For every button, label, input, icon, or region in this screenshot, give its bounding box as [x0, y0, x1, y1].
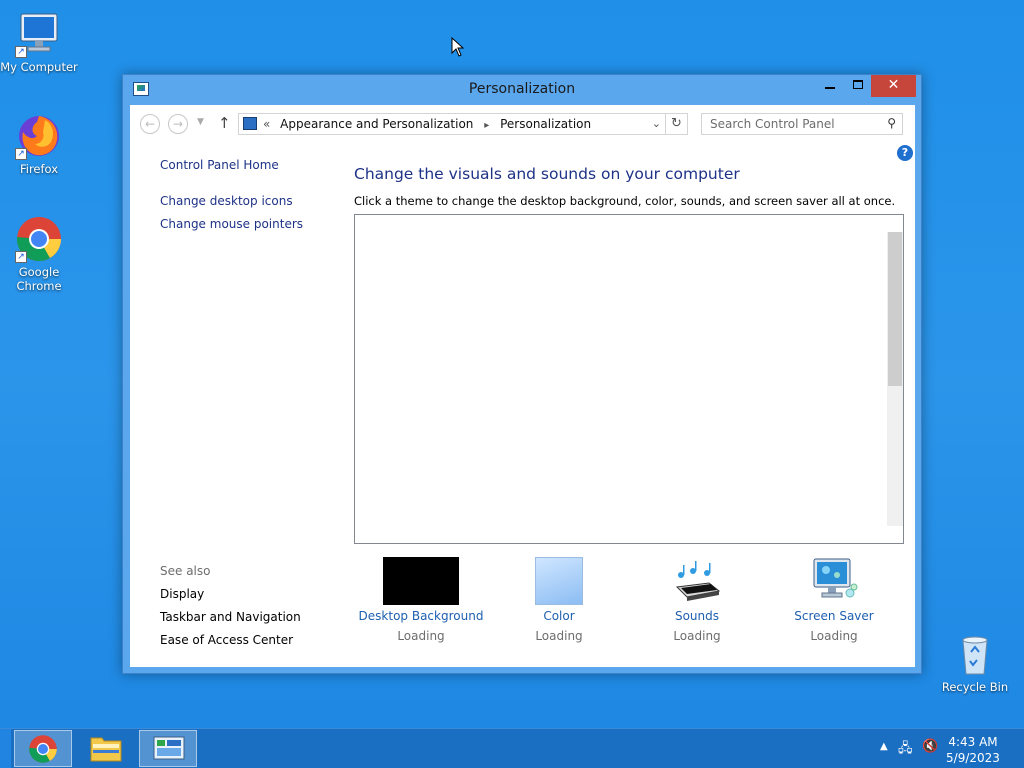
chrome-icon	[29, 735, 57, 763]
color-link[interactable]: Color	[494, 609, 624, 623]
breadcrumb-appearance[interactable]: Appearance and Personalization	[280, 117, 473, 131]
breadcrumb: « Appearance and Personalization ▸ Perso…	[263, 117, 591, 131]
system-tray: ▲ 🖧 🔇 4:43 AM 5/9/2023	[864, 729, 1024, 768]
maximize-icon	[853, 80, 863, 89]
color-status: Loading	[535, 629, 583, 643]
clock-time: 4:43 AM	[948, 735, 998, 749]
address-bar[interactable]: « Appearance and Personalization ▸ Perso…	[238, 113, 666, 135]
see-also-heading: See also	[160, 564, 211, 578]
taskbar-control-panel-button[interactable]	[139, 730, 197, 767]
taskbar-chrome-button[interactable]	[14, 730, 72, 767]
recycle-bin-icon	[951, 630, 999, 678]
forward-button[interactable]: →	[168, 114, 188, 134]
desktop-background-status: Loading	[397, 629, 445, 643]
shortcut-arrow-icon: ↗	[15, 148, 27, 160]
page-title: Change the visuals and sounds on your co…	[354, 165, 740, 183]
show-hidden-icons-icon[interactable]: ▲	[880, 741, 888, 752]
mouse-cursor-icon	[451, 37, 465, 57]
up-button[interactable]: ↑	[218, 114, 231, 132]
clock[interactable]: 4:43 AM 5/9/2023	[943, 734, 1003, 766]
refresh-button[interactable]: ↻	[666, 113, 688, 135]
help-icon[interactable]: ?	[897, 145, 913, 161]
chevron-down-icon: ▼	[197, 117, 204, 127]
desktop-background-link[interactable]: Desktop Background	[356, 609, 486, 623]
desktop-icon-label: My Computer	[0, 60, 78, 74]
back-button[interactable]: ←	[140, 114, 160, 134]
my-computer-icon: ↗	[15, 10, 63, 58]
desktop-icon-label: Google Chrome	[16, 265, 62, 293]
screen-saver-icon	[810, 557, 858, 605]
desktop-icon-firefox[interactable]: ↗ Firefox	[0, 112, 79, 176]
color-preview	[535, 557, 583, 605]
personalization-window: Personalization ✕ ← → ▼ ↑ « Appearance a…	[122, 74, 922, 674]
desktop-icon-label: Firefox	[19, 162, 59, 176]
file-explorer-icon	[90, 737, 122, 762]
desktop-icon-my-computer[interactable]: ↗ My Computer	[0, 10, 79, 74]
change-desktop-icons-link[interactable]: Change desktop icons	[160, 194, 293, 208]
up-arrow-icon: ↑	[218, 114, 231, 132]
screen-saver-status: Loading	[810, 629, 858, 643]
navigation-bar: ← → ▼ ↑ « Appearance and Personalization…	[130, 105, 915, 143]
taskbar-file-explorer-button[interactable]	[77, 730, 135, 767]
sounds-link[interactable]: Sounds	[632, 609, 762, 623]
control-panel-home-link[interactable]: Control Panel Home	[160, 158, 279, 172]
back-arrow-icon: ←	[144, 117, 156, 131]
change-mouse-pointers-link[interactable]: Change mouse pointers	[160, 217, 303, 231]
desktop-background-tile[interactable]: Desktop Background Loading	[356, 557, 486, 643]
window-title: Personalization	[468, 81, 576, 97]
chrome-icon: ↗	[15, 215, 63, 263]
forward-arrow-icon: →	[172, 117, 184, 131]
desktop-background-preview	[383, 557, 459, 605]
firefox-icon: ↗	[15, 112, 63, 160]
desktop-icon-google-chrome[interactable]: ↗ Google Chrome	[0, 215, 79, 293]
network-icon[interactable]: 🖧	[898, 739, 913, 761]
search-icon[interactable]: ⚲	[887, 116, 896, 130]
shortcut-arrow-icon: ↗	[15, 251, 27, 263]
desktop-icon-label: Recycle Bin	[941, 680, 1009, 694]
desktop-icon-recycle-bin[interactable]: Recycle Bin	[935, 630, 1015, 694]
clock-date: 5/9/2023	[946, 751, 1000, 765]
sounds-tile[interactable]: Sounds Loading	[632, 557, 762, 643]
screen-saver-tile[interactable]: Screen Saver Loading	[769, 557, 899, 643]
title-bar[interactable]: Personalization ✕	[123, 75, 921, 105]
ease-of-access-center-link[interactable]: Ease of Access Center	[160, 633, 293, 647]
close-icon: ✕	[887, 77, 900, 93]
close-button[interactable]: ✕	[871, 75, 916, 97]
display-link[interactable]: Display	[160, 587, 204, 601]
shortcut-arrow-icon: ↗	[15, 46, 27, 58]
recent-locations-dropdown[interactable]: ▼	[197, 117, 204, 127]
control-panel-icon	[153, 736, 185, 760]
breadcrumb-separator-icon[interactable]: ▸	[484, 120, 489, 131]
search-placeholder: Search Control Panel	[710, 117, 835, 131]
volume-muted-icon[interactable]: 🔇	[922, 739, 938, 754]
theme-list[interactable]	[354, 214, 904, 544]
start-button[interactable]	[0, 729, 11, 768]
search-input[interactable]: Search Control Panel ⚲	[701, 113, 903, 135]
control-panel-icon	[243, 117, 257, 130]
color-tile[interactable]: Color Loading	[494, 557, 624, 643]
breadcrumb-personalization[interactable]: Personalization	[500, 117, 591, 131]
breadcrumb-overflow[interactable]: «	[263, 117, 270, 131]
taskbar-and-navigation-link[interactable]: Taskbar and Navigation	[160, 610, 301, 624]
taskbar: ▲ 🖧 🔇 4:43 AM 5/9/2023	[0, 728, 1024, 768]
sounds-status: Loading	[673, 629, 721, 643]
window-client-area: ← → ▼ ↑ « Appearance and Personalization…	[130, 105, 915, 667]
refresh-icon: ↻	[671, 116, 682, 131]
page-description: Click a theme to change the desktop back…	[354, 194, 896, 208]
address-history-chevron-icon[interactable]: ⌄	[652, 117, 661, 130]
scrollbar-thumb[interactable]	[888, 232, 902, 386]
sounds-icon	[673, 557, 721, 605]
screen-saver-link[interactable]: Screen Saver	[769, 609, 899, 623]
minimize-icon	[825, 87, 835, 89]
maximize-button[interactable]	[845, 75, 871, 97]
minimize-button[interactable]	[817, 75, 843, 97]
